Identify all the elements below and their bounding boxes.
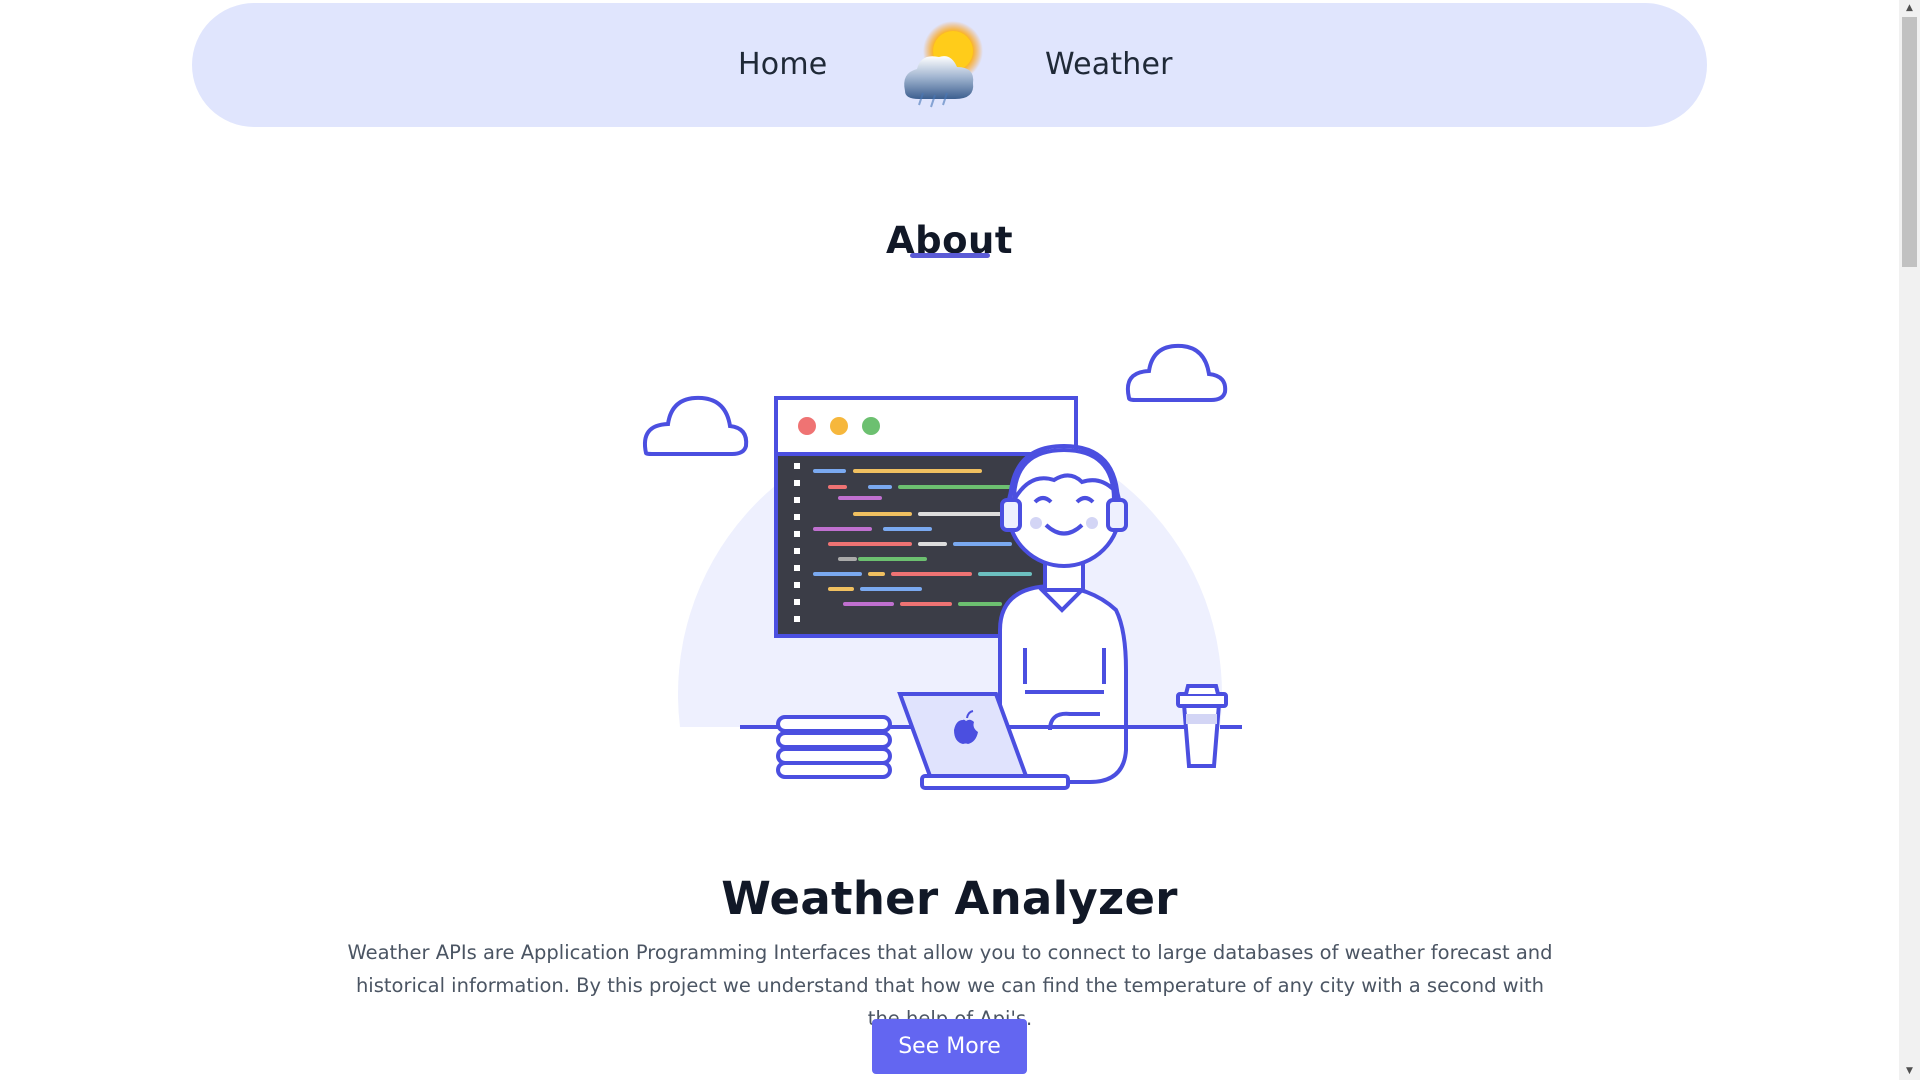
- scroll-down-arrow-icon[interactable]: ▼: [1899, 1063, 1920, 1080]
- project-title: Weather Analyzer: [721, 872, 1178, 926]
- cloud-icon: [1126, 343, 1228, 402]
- scrollbar-thumb[interactable]: [1902, 17, 1917, 267]
- developer-with-headphones-illustration: [630, 330, 1280, 800]
- navbar: Home Weather: [192, 3, 1707, 127]
- nav-home-link[interactable]: Home: [738, 47, 827, 82]
- scroll-up-arrow-icon[interactable]: ▲: [1899, 0, 1920, 17]
- cloud-icon: [643, 395, 749, 456]
- vertical-scrollbar[interactable]: ▲ ▼: [1899, 0, 1920, 1080]
- coffee-cup-icon: [1176, 684, 1228, 768]
- see-more-button[interactable]: See More: [872, 1019, 1027, 1074]
- sun-cloud-icon[interactable]: [885, 13, 993, 121]
- books-stack-icon: [776, 715, 892, 779]
- nav-weather-link[interactable]: Weather: [1045, 47, 1173, 82]
- page: Home Weather About Weather Analyzer Weat…: [0, 0, 1899, 1080]
- heading-underline: [910, 253, 990, 258]
- developer-figure: [998, 443, 1128, 784]
